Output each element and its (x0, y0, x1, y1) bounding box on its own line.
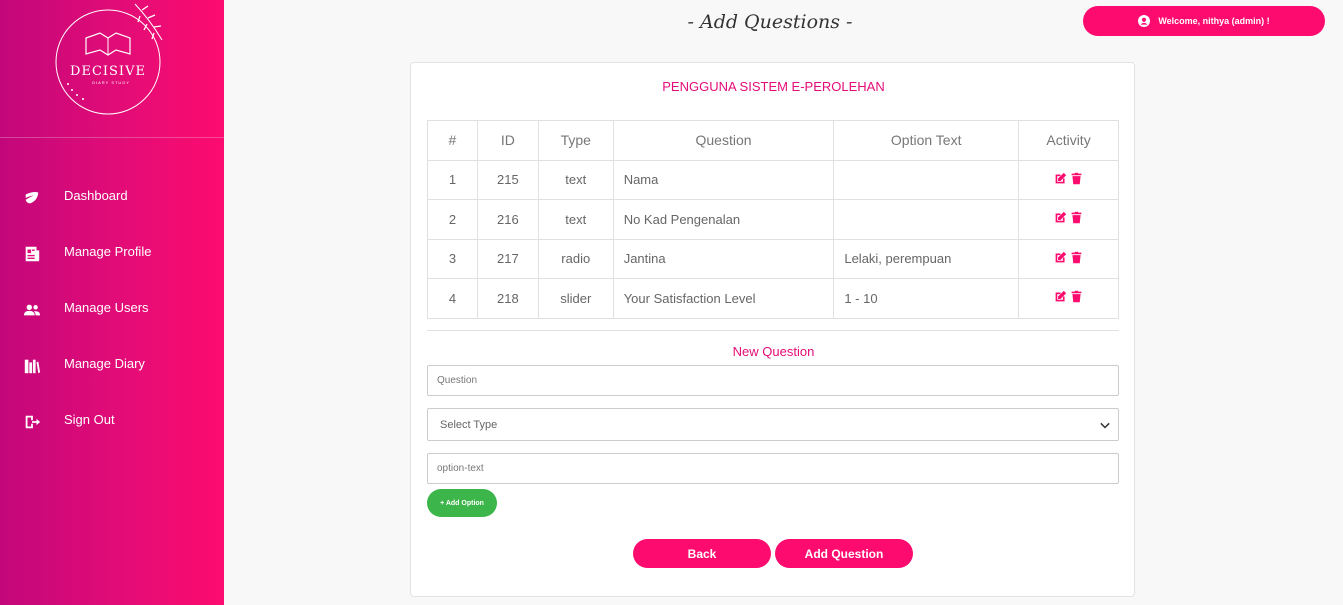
cell-option-text (833, 199, 1020, 240)
newspaper-icon (22, 244, 42, 264)
sidebar-item-label: Manage Profile (64, 243, 152, 259)
new-question-heading: New Question (732, 344, 815, 359)
back-button[interactable]: Back (633, 539, 771, 568)
sign-out-icon (22, 412, 42, 432)
brand-name: DECISIVE (70, 64, 146, 79)
welcome-text: Welcome, nithya (admin) ! (1158, 16, 1270, 26)
cell-question: No Kad Pengenalan (612, 199, 835, 240)
cell-id: 215 (476, 159, 539, 200)
logo-emblem (55, 3, 163, 115)
cell-question: Jantina (612, 238, 835, 279)
users-icon (22, 300, 42, 320)
chevron-down-icon (1100, 422, 1110, 429)
cell-num: 2 (427, 199, 478, 240)
sidebar-item-label: Sign Out (64, 411, 115, 427)
questions-table: # ID Type Question Option Text Activity … (427, 120, 1119, 319)
sidebar-divider (0, 137, 224, 138)
cell-question: Nama (612, 159, 835, 200)
edit-icon[interactable] (1054, 290, 1067, 303)
sidebar-item-dashboard[interactable]: Dashboard (0, 170, 224, 226)
column-header: Activity (1018, 120, 1119, 161)
trash-icon[interactable] (1070, 211, 1083, 224)
edit-icon[interactable] (1054, 251, 1067, 264)
sidebar-item-sign-out[interactable]: Sign Out (0, 394, 224, 450)
column-header: Question (612, 120, 835, 161)
section-divider (427, 330, 1119, 331)
questions-card: PENGGUNA SISTEM E-PEROLEHAN # ID Type Qu… (410, 62, 1135, 597)
leaf-icon (22, 188, 42, 208)
column-header: # (427, 120, 478, 161)
sidebar-item-label: Manage Diary (64, 355, 145, 371)
cell-activity (1018, 238, 1119, 279)
sidebar-item-label: Dashboard (64, 187, 128, 203)
cell-id: 217 (476, 238, 539, 279)
edit-icon[interactable] (1054, 211, 1067, 224)
cell-option-text (833, 159, 1020, 200)
table-header-row: # ID Type Question Option Text Activity (427, 120, 1119, 161)
type-select-value: Select Type (440, 418, 498, 431)
page-title: - Add Questions - (687, 11, 853, 33)
cell-option-text: 1 - 10 (833, 278, 1020, 319)
cell-activity (1018, 159, 1119, 200)
table-row: 2 216 text No Kad Pengenalan (427, 199, 1119, 240)
brand-tagline: DIARY STUDY (92, 80, 130, 85)
sidebar-item-manage-profile[interactable]: Manage Profile (0, 226, 224, 282)
cell-option-text: Lelaki, perempuan (833, 238, 1020, 279)
cell-activity (1018, 199, 1119, 240)
sidebar-item-label: Manage Users (64, 299, 149, 315)
books-icon (22, 356, 42, 376)
cell-id: 218 (476, 278, 539, 319)
column-header: ID (476, 120, 539, 161)
cell-num: 3 (427, 238, 478, 279)
cell-num: 1 (427, 159, 478, 200)
sidebar: DECISIVE DIARY STUDY Dashboard Manage Pr… (0, 0, 224, 605)
add-option-button[interactable]: + Add Option (427, 489, 497, 517)
option-text-input[interactable] (427, 453, 1119, 484)
table-row: 3 217 radio Jantina Lelaki, perempuan (427, 238, 1119, 279)
cell-question: Your Satisfaction Level (612, 278, 835, 319)
table-row: 1 215 text Nama (427, 159, 1119, 200)
brand-logo[interactable]: DECISIVE DIARY STUDY (50, 0, 180, 115)
cell-type: text (537, 199, 614, 240)
sidebar-item-manage-users[interactable]: Manage Users (0, 282, 224, 338)
cell-id: 216 (476, 199, 539, 240)
welcome-button[interactable]: Welcome, nithya (admin) ! (1083, 6, 1325, 36)
sidebar-nav: Dashboard Manage Profile Manage Users Ma… (0, 170, 224, 450)
add-question-button[interactable]: Add Question (775, 539, 913, 568)
table-row: 4 218 slider Your Satisfaction Level 1 -… (427, 278, 1119, 319)
cell-type: radio (537, 238, 614, 279)
cell-type: text (537, 159, 614, 200)
trash-icon[interactable] (1070, 290, 1083, 303)
question-input[interactable] (427, 365, 1119, 396)
type-select[interactable]: Select Type (427, 408, 1119, 441)
card-title: PENGGUNA SISTEM E-PEROLEHAN (662, 79, 885, 94)
sidebar-item-manage-diary[interactable]: Manage Diary (0, 338, 224, 394)
user-circle-icon (1138, 15, 1151, 27)
cell-num: 4 (427, 278, 478, 319)
cell-activity (1018, 278, 1119, 319)
column-header: Option Text (833, 120, 1020, 161)
trash-icon[interactable] (1070, 172, 1083, 185)
cell-type: slider (537, 278, 614, 319)
column-header: Type (537, 120, 614, 161)
trash-icon[interactable] (1070, 251, 1083, 264)
edit-icon[interactable] (1054, 172, 1067, 185)
